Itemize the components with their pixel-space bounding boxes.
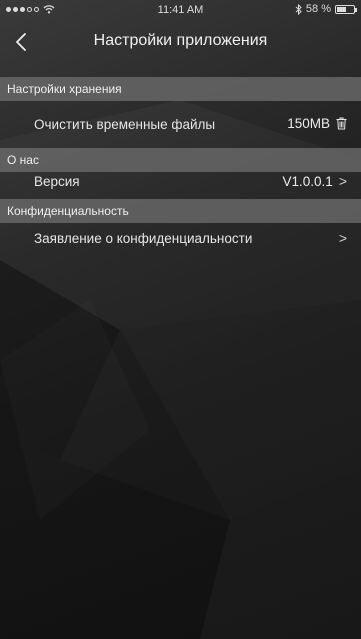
battery-label: 58 % xyxy=(305,3,331,15)
bluetooth-icon xyxy=(295,3,302,15)
clear-temp-files-label: Очистить временные файлы xyxy=(34,117,216,132)
version-value: V1.0.0.1 xyxy=(282,173,333,189)
app-settings-screen: 11:41 AM 58 % Настройки приложения Настр… xyxy=(0,0,361,639)
section-header-storage: Настройки хранения xyxy=(0,77,361,101)
chevron-right-icon: > xyxy=(338,173,347,189)
clear-temp-files-row[interactable]: Очистить временные файлы 150MB xyxy=(0,104,361,146)
privacy-statement-value: > xyxy=(339,230,347,246)
status-bar: 11:41 AM 58 % xyxy=(0,0,361,20)
clear-temp-files-value: 150MB xyxy=(287,116,347,131)
trash-icon[interactable] xyxy=(336,117,347,130)
privacy-statement-label: Заявление о конфиденциальности xyxy=(34,231,253,246)
nav-bar: Настройки приложения xyxy=(0,20,361,64)
version-label: Версия xyxy=(34,174,80,189)
chevron-right-icon: > xyxy=(338,230,347,246)
battery-fill xyxy=(337,6,347,12)
privacy-statement-row[interactable]: Заявление о конфиденциальности > xyxy=(0,212,361,254)
version-row[interactable]: Версия V1.0.0.1 > xyxy=(0,153,361,195)
page-title: Настройки приложения xyxy=(93,32,268,49)
cache-size-value: 150MB xyxy=(287,116,330,131)
battery-icon xyxy=(335,4,357,14)
status-right: 58 % xyxy=(295,3,357,15)
version-value-group: V1.0.0.1 > xyxy=(283,173,347,189)
